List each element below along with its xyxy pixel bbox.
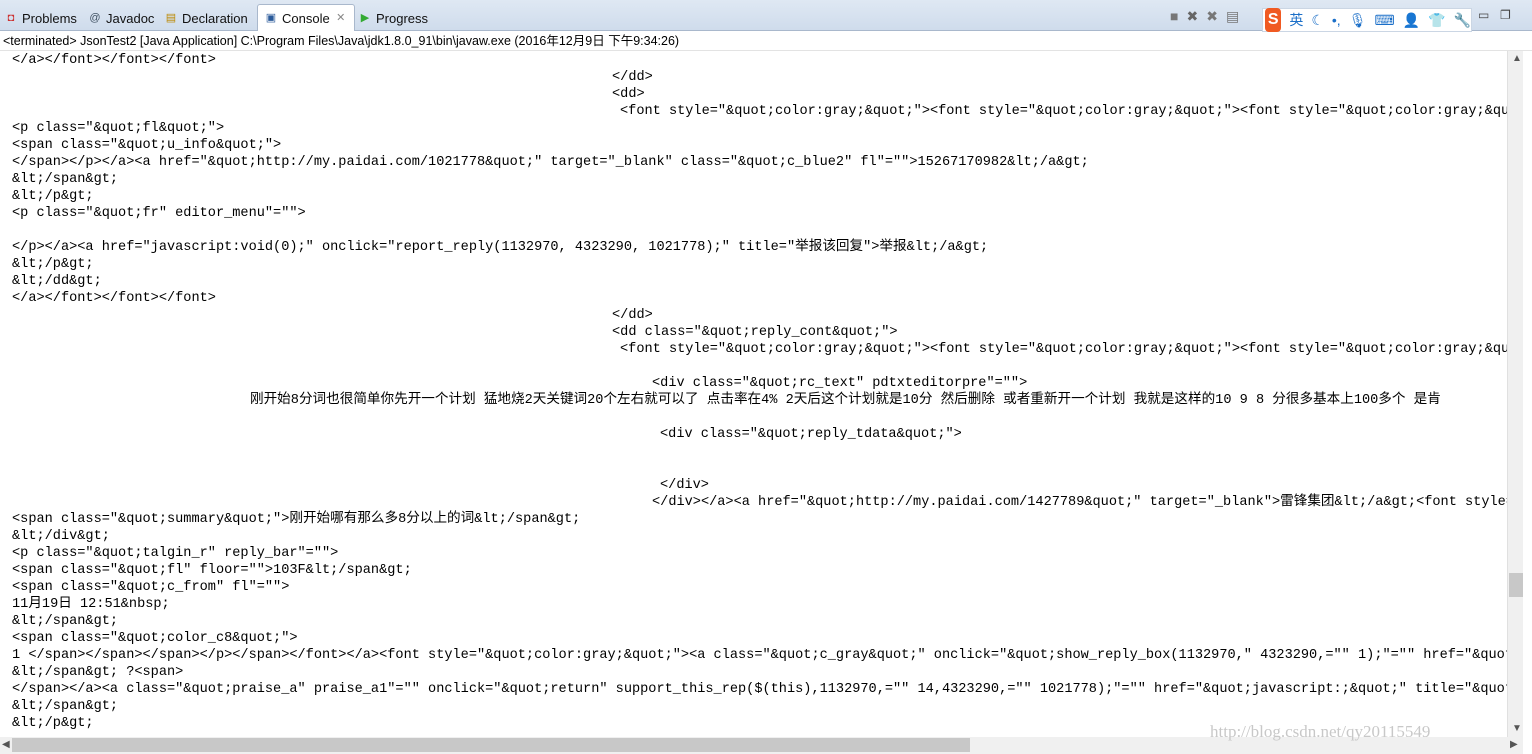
console-line: <div class="&quot;reply_tdata&quot;">: [660, 427, 962, 442]
console-line: 1 </span></span></span></p></span></font…: [12, 648, 1507, 663]
scroll-left-icon[interactable]: ◀: [2, 739, 10, 750]
console-line: 11月19日 12:51&nbsp;: [12, 597, 170, 612]
scroll-right-icon[interactable]: ▶: [1510, 739, 1518, 750]
console-line: <dd class="&quot;reply_cont&quot;">: [612, 325, 898, 340]
console-line: &lt;/span&gt;: [12, 172, 119, 187]
moon-icon[interactable]: ☾: [1311, 12, 1324, 29]
console-line: <p class="&quot;fr" editor_menu"="">: [12, 206, 306, 221]
console-line: <span class="&quot;color_c8&quot;">: [12, 631, 298, 646]
console-line: <p class="&quot;talgin_r" reply_bar"="">: [12, 546, 339, 561]
console-line: </p></a><a href="javascript:void(0);" on…: [12, 240, 989, 255]
console-line: &lt;/p&gt;: [12, 257, 94, 272]
sogou-logo-icon[interactable]: S: [1265, 8, 1282, 32]
console-line: <p class="&quot;fl&quot;">: [12, 121, 225, 136]
maximize-icon[interactable]: ❐: [1500, 8, 1511, 22]
console-line: <span class="&quot;fl" floor="">103F&lt;…: [12, 563, 412, 578]
console-icon: ▣: [265, 12, 277, 24]
remove-launch-icon[interactable]: ✖: [1186, 8, 1198, 25]
tab-declaration[interactable]: ▤ Declaration: [164, 6, 248, 30]
console-line: &lt;/span&gt; ?<span>: [12, 665, 184, 680]
console-line: </div></a><a href="&quot;http://my.paida…: [652, 495, 1507, 510]
tab-problems[interactable]: ◘ Problems: [4, 6, 77, 30]
console-line: <font style="&quot;color:gray;&quot;"><f…: [620, 342, 1507, 357]
console-line: <dd>: [612, 87, 645, 102]
console-line: <span class="&quot;u_info&quot;">: [12, 138, 282, 153]
ime-toolbar: S 英 ☾ •, 🎙 ⌨ 👤 👕 🔧: [1262, 8, 1472, 32]
console-line: <span class="&quot;c_from" fl"="">: [12, 580, 290, 595]
wrench-icon[interactable]: 🔧: [1454, 12, 1471, 29]
problems-icon: ◘: [7, 12, 15, 24]
scroll-down-icon[interactable]: ▼: [1512, 723, 1522, 734]
vertical-scrollbar[interactable]: ▲ ▼: [1507, 51, 1523, 737]
console-line: &lt;/div&gt;: [12, 529, 110, 544]
console-line: </a></font></font></font>: [12, 53, 216, 68]
console-line: &lt;/span&gt;: [12, 614, 119, 629]
remove-all-icon[interactable]: ✖: [1206, 8, 1218, 25]
vertical-scroll-thumb[interactable]: [1509, 573, 1523, 597]
console-line: </span></p></a><a href="&quot;http://my.…: [12, 155, 1089, 170]
console-line: &lt;/p&gt;: [12, 716, 94, 731]
horizontal-scroll-thumb[interactable]: [12, 738, 970, 752]
ime-language-toggle[interactable]: 英: [1289, 10, 1303, 30]
console-line: &lt;/dd&gt;: [12, 274, 102, 289]
minimize-icon[interactable]: ▭: [1478, 8, 1489, 22]
console-line: <span class="&quot;summary&quot;">刚开始哪有那…: [12, 512, 581, 527]
console-line: 刚开始8分词也很简单你先开一个计划 猛地烧2天关键词20个左右就可以了 点击率在…: [250, 393, 1441, 408]
watermark: http://blog.csdn.net/qy20115549: [1210, 722, 1431, 741]
terminate-icon[interactable]: ■: [1170, 8, 1178, 25]
punctuation-icon[interactable]: •,: [1332, 12, 1341, 28]
progress-icon: ▶: [360, 12, 370, 24]
console-line: </a></font></font></font>: [12, 291, 216, 306]
console-line: <div class="&quot;rc_text" pdtxteditorpr…: [652, 376, 1028, 391]
at-icon: @: [89, 12, 101, 24]
console-toolbar: ■ ✖ ✖ ▤: [1170, 8, 1239, 25]
user-icon[interactable]: 👤: [1403, 12, 1420, 29]
console-line: <font style="&quot;color:gray;&quot;"><f…: [620, 104, 1507, 119]
scroll-up-icon[interactable]: ▲: [1512, 53, 1522, 64]
console-status: <terminated> JsonTest2 [Java Application…: [0, 31, 1532, 51]
declaration-icon: ▤: [165, 12, 177, 24]
console-line: </span></a><a class="&quot;praise_a" pra…: [12, 682, 1507, 697]
console-line: </dd>: [612, 70, 653, 85]
close-icon[interactable]: ✕: [334, 11, 348, 25]
tab-javadoc[interactable]: @ Javadoc: [88, 6, 154, 30]
console-line: &lt;/p&gt;: [12, 189, 94, 204]
tab-console[interactable]: ▣ Console ✕: [257, 4, 355, 31]
keyboard-icon[interactable]: ⌨: [1374, 12, 1394, 29]
console-line: &lt;/span&gt;: [12, 699, 119, 714]
view-tab-bar: ◘ Problems @ Javadoc ▤ Declaration ▣ Console…: [0, 0, 1532, 32]
skin-shirt-icon[interactable]: 👕: [1428, 12, 1445, 29]
clear-console-icon[interactable]: ▤: [1226, 8, 1239, 25]
console-line: </div>: [660, 478, 709, 493]
microphone-icon[interactable]: 🎙: [1349, 12, 1367, 29]
console-output[interactable]: </a></font></font></font> </dd> <dd> <fo…: [0, 51, 1507, 737]
tab-progress[interactable]: ▶ Progress: [358, 6, 428, 30]
console-line: </dd>: [612, 308, 653, 323]
